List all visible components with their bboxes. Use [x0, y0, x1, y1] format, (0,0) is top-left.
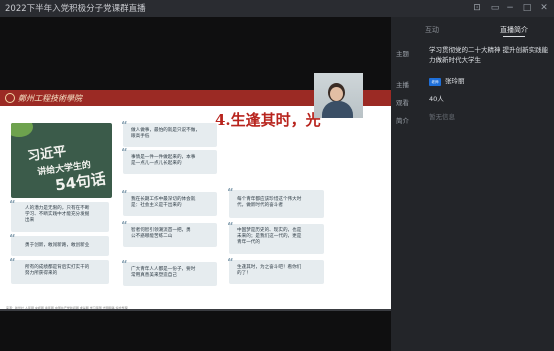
chalkboard-image: 习近平 讲给大学生的 54句话: [11, 123, 112, 198]
title-bar: 2022下半年入党积极分子党课群直播 ⊡ ▭ − □ ✕: [0, 0, 554, 17]
quote-mark-icon: “: [121, 259, 128, 270]
quote-mark-icon: “: [121, 220, 128, 231]
host-value: 张玲丽: [445, 77, 465, 85]
topic-label: 主题: [396, 50, 409, 58]
leaf-decoration-icon: [11, 123, 33, 137]
tab-live-intro[interactable]: 直播简介: [500, 25, 528, 35]
viewers-label: 观看: [396, 99, 409, 107]
quote-line: 勇于创新，敢闯新路，敢创新业: [25, 243, 90, 248]
quote-card: “ 智者何智引领潮流首一把，勇 公不惑哪能苦练二山: [121, 220, 217, 247]
quote-line: 是：社会主义是干出来的: [131, 203, 182, 208]
quote-mark-icon: “: [9, 199, 16, 210]
active-tab-indicator: [503, 36, 525, 37]
window-title: 2022下半年入党积极分子党课群直播: [5, 4, 146, 14]
window-icon[interactable]: ▭: [488, 1, 502, 15]
shared-slide: 鄭州工程技術學院 4.生逢其时，光 习近平 讲给大学生的 54句话 “ 做人做事…: [0, 90, 391, 311]
host-badge: 老师: [429, 78, 441, 86]
slide-heading: 4.生逢其时，光: [215, 111, 321, 129]
presenter-face: [330, 87, 343, 101]
quote-line: 代，做新时代的奋斗者: [237, 203, 283, 208]
quote-line: 出来: [25, 218, 35, 223]
quote-card: “ 所有的成绩都是背后实打实干的 努力所获得来的: [9, 257, 109, 284]
quote-card: “ 广大青年人人都是一份子，要时 常用真善美来塑造自己: [121, 259, 217, 286]
viewers-value: 40人: [429, 95, 444, 103]
quote-mark-icon: “: [121, 120, 128, 131]
quote-mark-icon: “: [227, 187, 234, 198]
host-label: 主播: [396, 81, 409, 89]
quote-mark-icon: “: [121, 147, 128, 158]
quote-mark-icon: “: [9, 257, 16, 268]
quote-card: “ 勇于创新，敢闯新路，敢创新业: [9, 233, 109, 256]
intro-label: 简介: [396, 117, 409, 125]
maximize-icon[interactable]: □: [520, 1, 534, 15]
quote-card: “ 生逢其时，为之奋斗吧！看你们 的了！: [227, 257, 324, 284]
quote-card: “ 中国梦是历史的、现实的，也是 未来的；是我们这一代的，更是 青年一代的: [227, 221, 324, 254]
quote-line: 青年一代的: [237, 240, 260, 245]
quote-card: “ 做人做事，最怕的就是只说不做， 眼高手低: [121, 120, 217, 147]
quote-line: 的了！: [237, 271, 251, 276]
topic-value: 学习贯彻党的二十大精神 提升创新实践能力做新时代大学生: [429, 46, 549, 64]
quote-line: 是一点儿一点儿长起来的: [131, 161, 182, 166]
quote-line: 学习、不断实践中才能充分发掘: [25, 212, 90, 217]
playback-progress-bar[interactable]: [0, 309, 391, 311]
quote-mark-icon: “: [227, 221, 234, 232]
school-name: 鄭州工程技術學院: [18, 94, 82, 103]
quote-line: 常用真善美来塑造自己: [131, 273, 177, 278]
quote-mark-icon: “: [9, 233, 16, 244]
intro-value: 暂无信息: [429, 113, 455, 121]
quote-card: “ 每个青年都应该珍惜这个伟大时 代，做新时代的奋斗者: [227, 187, 324, 218]
quote-mark-icon: “: [121, 189, 128, 200]
close-icon[interactable]: ✕: [537, 1, 551, 15]
quote-card: “ 人的潜力是无限的，只有在不断 学习、不断实践中才能充分发掘 出来: [9, 199, 109, 232]
quote-line: 眼高手低: [131, 134, 150, 139]
minimize-icon[interactable]: −: [503, 1, 517, 15]
side-panel: 互动 直播简介 主题 学习贯彻党的二十大精神 提升创新实践能力做新时代大学生 主…: [391, 17, 554, 351]
pin-icon[interactable]: ⊡: [470, 1, 484, 15]
presenter-body: [322, 101, 353, 118]
live-stream-window: 2022下半年入党积极分子党课群直播 ⊡ ▭ − □ ✕ 鄭州工程技術學院 4.…: [0, 0, 554, 351]
tab-interaction[interactable]: 互动: [425, 25, 439, 35]
presenter-camera[interactable]: [314, 73, 363, 118]
quote-card: “ 事情是一件一件做起来的，本事 是一点儿一点儿长起来的: [121, 147, 217, 174]
quote-card: “ 我在长期工作中最深切的体会就 是：社会主义是干出来的: [121, 189, 217, 216]
quote-mark-icon: “: [227, 257, 234, 268]
quote-line: 公不惑哪能苦练二山: [131, 234, 173, 239]
school-logo-icon: [5, 93, 15, 103]
quote-line: 努力所获得来的: [25, 271, 58, 276]
video-area[interactable]: 鄭州工程技術學院 4.生逢其时，光 习近平 讲给大学生的 54句话 “ 做人做事…: [0, 17, 391, 351]
